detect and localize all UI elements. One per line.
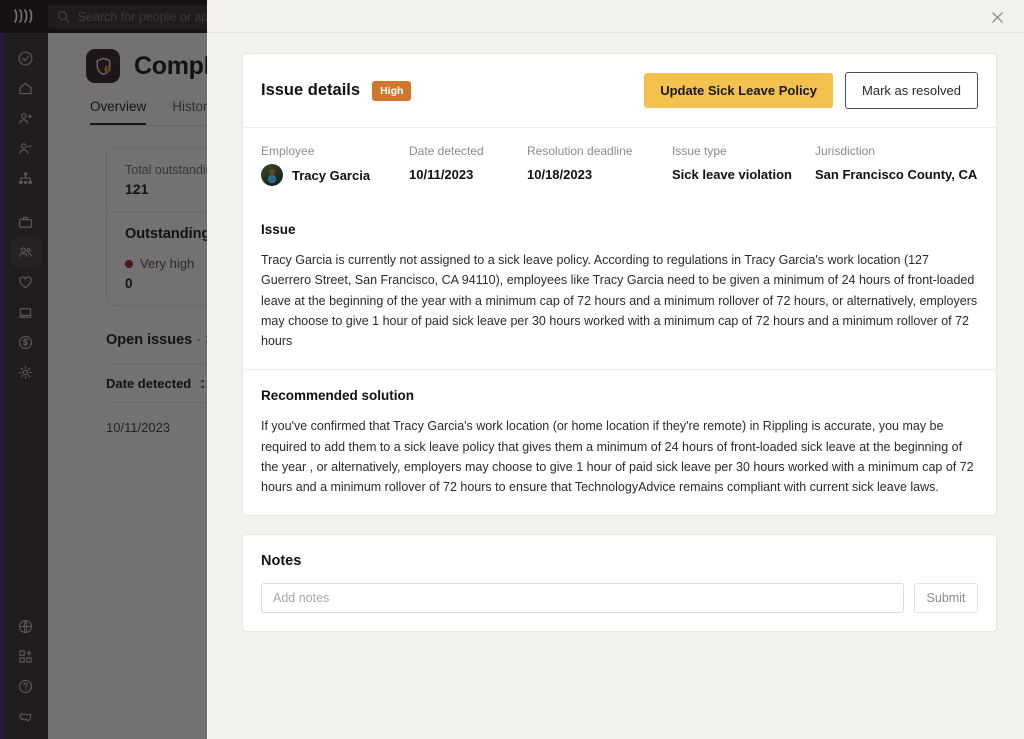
meta-jurisdiction: Jurisdiction San Francisco County, CA: [815, 144, 977, 186]
meta-issue-type: Issue type Sick leave violation: [672, 144, 815, 186]
meta-value: Sick leave violation: [672, 167, 792, 182]
notes-title: Notes: [261, 553, 302, 570]
issue-section: Issue Tracy Garcia is currently not assi…: [243, 204, 996, 369]
meta-label: Jurisdiction: [815, 144, 876, 158]
recommended-solution-section: Recommended solution If you've confirmed…: [243, 369, 996, 515]
issue-details-card: Issue details High Update Sick Leave Pol…: [242, 53, 997, 517]
submit-button[interactable]: Submit: [914, 583, 978, 614]
notes-input-row: Submit: [261, 583, 978, 614]
issue-actions: Update Sick Leave Policy Mark as resolve…: [644, 72, 978, 109]
recommended-solution-body: If you've confirmed that Tracy Garcia's …: [261, 419, 974, 494]
issue-metadata-row: Employee Tracy Garcia Date detected 10/1…: [243, 127, 996, 204]
meta-label: Employee: [261, 144, 315, 158]
meta-label: Issue type: [672, 144, 727, 158]
recommended-solution-title: Recommended solution: [261, 388, 415, 404]
modal-body: Issue details High Update Sick Leave Pol…: [207, 33, 1024, 633]
issue-title-group: Issue details High: [261, 80, 412, 101]
update-sick-leave-policy-button[interactable]: Update Sick Leave Policy: [644, 73, 834, 108]
notes-card: Notes Submit: [242, 534, 997, 633]
meta-value: 10/11/2023: [409, 167, 474, 182]
meta-value-group: Tracy Garcia: [261, 164, 409, 186]
issue-details-header: Issue details High Update Sick Leave Pol…: [243, 54, 996, 127]
meta-value: Tracy Garcia: [292, 167, 371, 183]
issue-details-title: Issue details: [261, 81, 361, 99]
meta-employee: Employee Tracy Garcia: [261, 144, 409, 186]
meta-value: San Francisco County, CA: [815, 167, 978, 182]
priority-badge: High: [372, 80, 412, 101]
issue-details-modal: Issue details High Update Sick Leave Pol…: [207, 0, 1024, 739]
mark-as-resolved-button[interactable]: Mark as resolved: [845, 72, 978, 109]
meta-resolution-deadline: Resolution deadline 10/18/2023: [527, 144, 672, 186]
issue-section-body: Tracy Garcia is currently not assigned t…: [261, 253, 978, 348]
meta-date-detected: Date detected 10/11/2023: [409, 144, 527, 186]
meta-label: Resolution deadline: [527, 144, 633, 158]
modal-top-bar: [207, 0, 1024, 33]
meta-label: Date detected: [409, 144, 484, 158]
issue-section-title: Issue: [261, 222, 296, 237]
meta-value: 10/18/2023: [527, 167, 593, 182]
avatar: [261, 164, 283, 186]
close-icon[interactable]: [986, 6, 1008, 28]
notes-input[interactable]: [261, 583, 904, 614]
